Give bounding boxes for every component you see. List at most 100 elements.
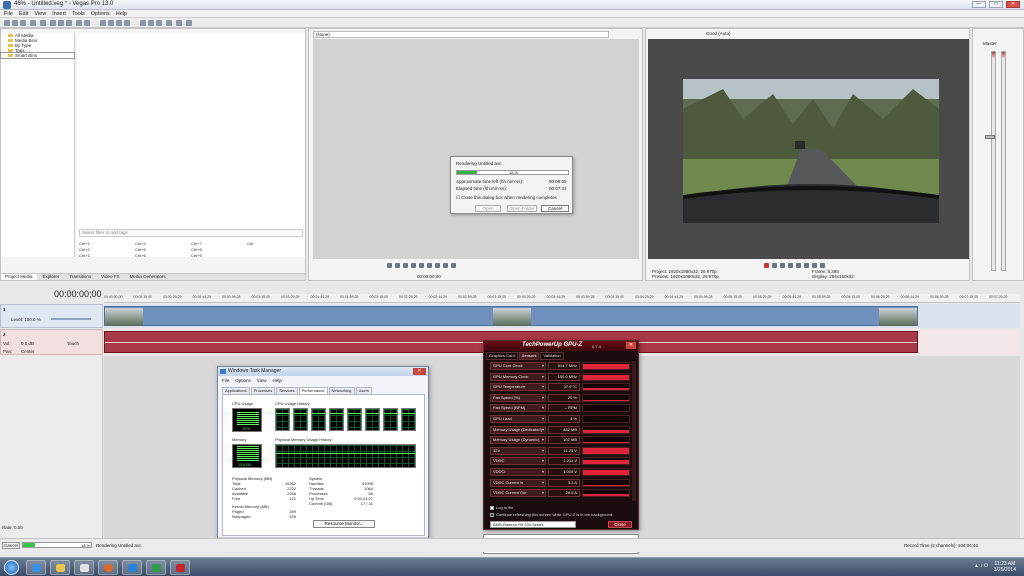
tm-menu-options[interactable]: Options — [235, 378, 251, 383]
tab-sensors[interactable]: Sensors — [518, 352, 540, 360]
tab-explorer[interactable]: Explorer — [39, 274, 64, 280]
continue-refresh-checkbox[interactable]: Continue refreshing this screen while GP… — [490, 512, 612, 517]
master-fader-handle[interactable] — [985, 135, 995, 139]
tm-menu-help[interactable]: Help — [272, 378, 281, 383]
loop-icon[interactable] — [772, 263, 777, 268]
undo-icon[interactable] — [76, 20, 82, 26]
open-button[interactable]: Open — [475, 205, 501, 212]
tab-video-fx[interactable]: Video FX — [97, 274, 123, 280]
sensor-scrollbar[interactable] — [632, 361, 636, 501]
taskbar-player[interactable] — [122, 560, 142, 575]
play-icon[interactable] — [788, 263, 793, 268]
video-level-slider[interactable] — [51, 318, 91, 320]
sensor-name-dropdown[interactable]: Memory Usage (Dedicated) — [490, 425, 546, 434]
tab-services[interactable]: Services — [276, 387, 298, 394]
tab-transitions[interactable]: Transitions — [65, 274, 95, 280]
stop-icon[interactable] — [804, 263, 809, 268]
sensor-name-dropdown[interactable]: GPU Temperature — [490, 383, 546, 392]
redo-icon[interactable] — [84, 20, 90, 26]
sensor-name-dropdown[interactable]: Fan Speed (RPM) — [490, 404, 546, 413]
pause-icon[interactable] — [796, 263, 801, 268]
mark-out-icon[interactable] — [443, 263, 448, 268]
tab-networking[interactable]: Networking — [328, 387, 355, 394]
close-button[interactable]: ✕ — [1006, 1, 1020, 8]
next-frame-icon[interactable] — [427, 263, 432, 268]
copy-icon[interactable] — [58, 20, 64, 26]
taskbar-firefox[interactable] — [98, 560, 118, 575]
menu-insert[interactable]: Insert — [52, 10, 66, 17]
tm-menu-view[interactable]: View — [257, 378, 267, 383]
trimmer-area[interactable] — [313, 39, 639, 259]
sensor-name-dropdown[interactable]: GPU Memory Clock — [490, 372, 546, 381]
open-folder-button[interactable]: Open Folder — [507, 205, 537, 212]
add-to-timeline-icon[interactable] — [451, 263, 456, 268]
tab-project-media[interactable]: Project Media — [1, 274, 37, 280]
minimize-button[interactable]: — — [972, 1, 986, 8]
mark-in-icon[interactable] — [435, 263, 440, 268]
tab-media-generators[interactable]: Media Generators — [126, 274, 170, 280]
close-when-done-checkbox[interactable]: ☐ Close this dialog box when rendering c… — [456, 195, 557, 201]
cut-icon[interactable] — [50, 20, 56, 26]
menu-help[interactable]: Help — [116, 10, 127, 17]
play-icon[interactable] — [395, 263, 400, 268]
lock-envelopes-icon[interactable] — [166, 20, 172, 26]
tab-graphics-card[interactable]: Graphics Card — [486, 352, 518, 360]
next-frame-icon[interactable] — [820, 263, 825, 268]
sensor-name-dropdown[interactable]: Fan Speed (%) — [490, 393, 546, 402]
taskbar-vegas[interactable] — [146, 560, 166, 575]
trimmer-source-dropdown[interactable]: (None) — [313, 31, 609, 38]
new-icon[interactable] — [4, 20, 10, 26]
play-from-start-icon[interactable] — [780, 263, 785, 268]
tree-item-smart-bins[interactable]: Smart Bins — [0, 52, 75, 59]
sensor-name-dropdown[interactable]: 12V — [490, 446, 546, 455]
menu-edit[interactable]: Edit — [19, 10, 28, 17]
taskbar-clock[interactable]: 11:23 AM 3/29/2014 — [994, 561, 1016, 573]
taskbar-media[interactable] — [74, 560, 94, 575]
video-track-lane[interactable] — [104, 304, 1020, 328]
media-files-list[interactable] — [77, 33, 305, 257]
auto-crossfade-icon[interactable] — [148, 20, 154, 26]
taskbar-gpuz[interactable] — [170, 560, 190, 575]
sensor-name-dropdown[interactable]: GPU Core Clock — [490, 362, 546, 370]
ripple-edit-icon[interactable] — [156, 20, 162, 26]
gpuz-close-icon[interactable]: ✕ — [626, 342, 636, 349]
online-help-icon[interactable] — [176, 20, 182, 26]
cancel-render-status-button[interactable]: Cancel — [2, 542, 20, 549]
sensor-name-dropdown[interactable]: VDDC Current Out — [490, 489, 546, 498]
task-manager-close-button[interactable]: ✕ — [413, 368, 426, 375]
normal-edit-tool-icon[interactable] — [100, 20, 106, 26]
tab-processes[interactable]: Processes — [250, 387, 276, 394]
properties-icon[interactable] — [30, 20, 36, 26]
sensor-name-dropdown[interactable]: Memory Usage (Dynamic) — [490, 436, 546, 445]
sensor-name-dropdown[interactable]: VDDCI — [490, 467, 546, 476]
tag-search-input[interactable]: Select filter to add tags — [79, 229, 303, 237]
sensor-name-dropdown[interactable]: VDDC — [490, 457, 546, 466]
prev-frame-icon[interactable] — [812, 263, 817, 268]
system-tray[interactable]: ▲ ♪ ⏻ — [974, 563, 988, 569]
gpu-device-select[interactable]: AMD Radeon R9 200 Series — [490, 521, 576, 528]
start-button[interactable] — [4, 560, 19, 575]
cancel-render-button[interactable]: Cancel — [541, 205, 569, 212]
tab-performance[interactable]: Performance — [298, 387, 328, 394]
maximize-button[interactable]: □ — [989, 1, 1003, 8]
loop-icon[interactable] — [387, 263, 392, 268]
sensor-name-dropdown[interactable]: VDDC Current In — [490, 478, 546, 487]
preview-quality-dropdown[interactable]: Good (Auto) — [706, 31, 731, 36]
automation-mode[interactable]: Touch — [67, 341, 79, 346]
selection-tool-icon[interactable] — [116, 20, 122, 26]
log-to-file-checkbox[interactable]: Log to file — [490, 505, 513, 510]
envelope-tool-icon[interactable] — [108, 20, 114, 26]
zoom-tool-icon[interactable] — [124, 20, 130, 26]
menu-options[interactable]: Options — [91, 10, 110, 17]
stop-icon[interactable] — [411, 263, 416, 268]
tab-users[interactable]: Users — [355, 387, 372, 394]
taskbar-ie[interactable] — [26, 560, 46, 575]
record-icon[interactable] — [764, 263, 769, 268]
menu-tools[interactable]: Tools — [72, 10, 85, 17]
taskbar-explorer[interactable] — [50, 560, 70, 575]
pause-icon[interactable] — [403, 263, 408, 268]
tab-applications[interactable]: Applications — [222, 387, 250, 394]
tm-menu-file[interactable]: File — [222, 378, 229, 383]
paste-icon[interactable] — [66, 20, 72, 26]
video-event[interactable] — [104, 306, 918, 326]
